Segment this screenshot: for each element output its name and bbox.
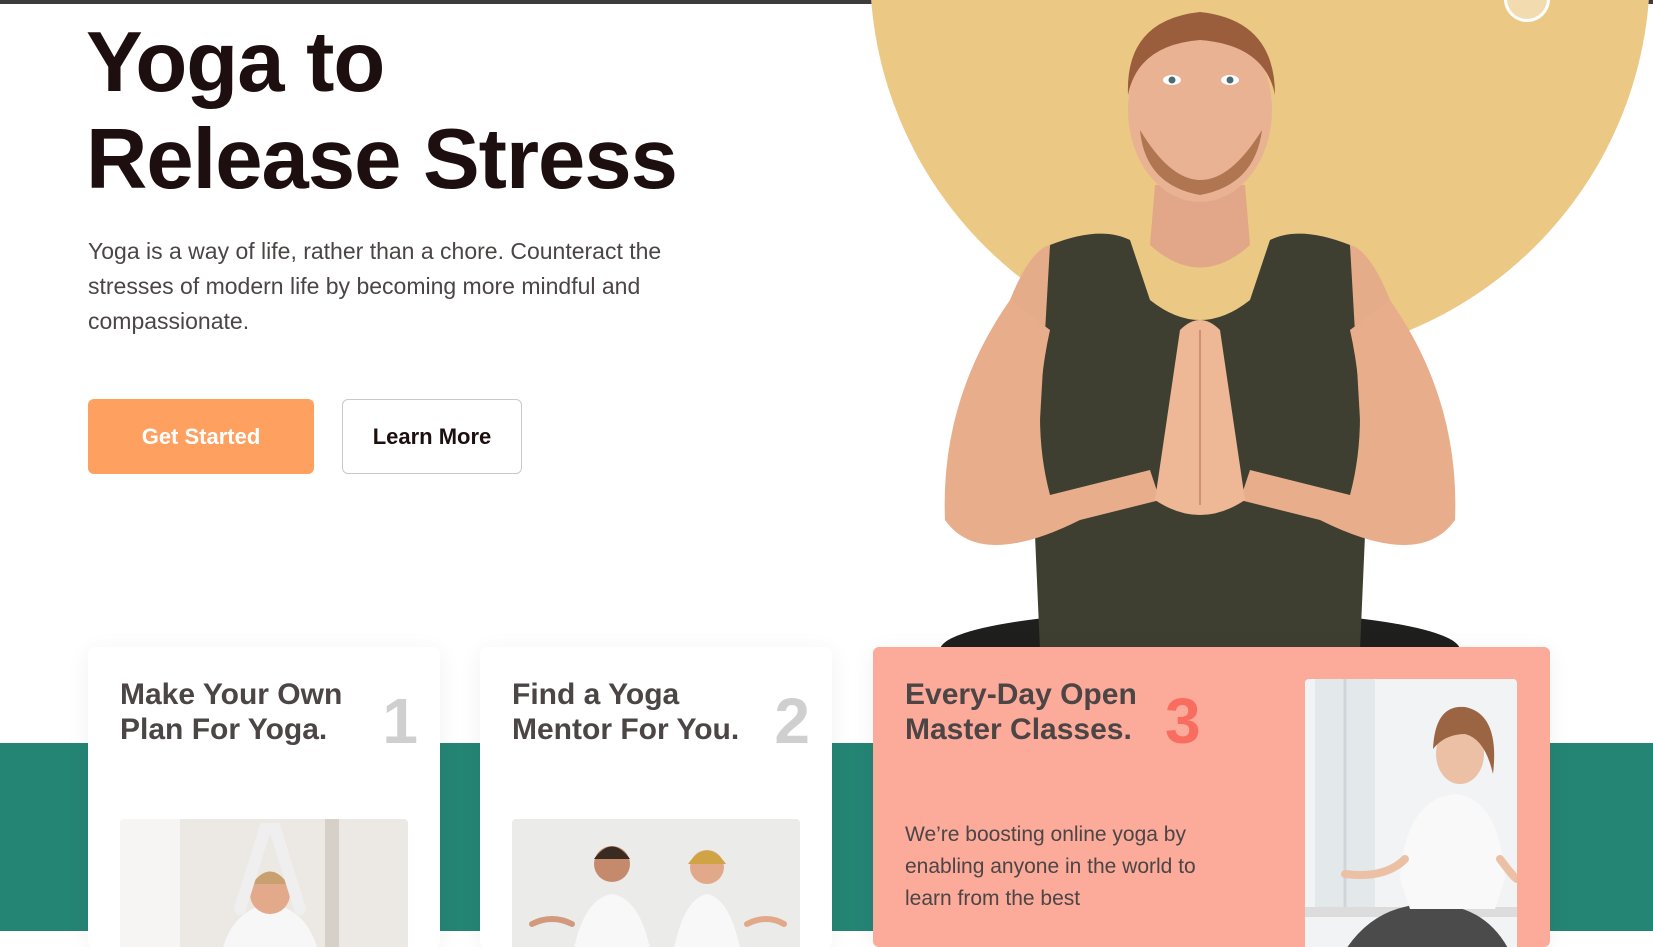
learn-more-button[interactable]: Learn More (342, 399, 522, 474)
meditating-woman-photo (1305, 679, 1517, 947)
hero-title-line-2: Release Stress (86, 112, 678, 207)
get-started-button[interactable]: Get Started (88, 399, 314, 474)
card-number: 3 (1165, 685, 1201, 757)
card-title: Every-Day Open Master Classes. (905, 678, 1137, 746)
meditating-couple-thumbnail (512, 819, 800, 947)
card-title: Make Your Own Plan For Yoga. (120, 678, 343, 746)
meditating-man-image (940, 12, 1460, 650)
yoga-pose-thumbnail (120, 819, 408, 947)
card-number: 1 (382, 685, 418, 757)
feature-card-plan[interactable]: Make Your Own Plan For Yoga. 1 (88, 647, 440, 947)
hero-title: Yoga to Release Stress (86, 14, 678, 208)
hero-description: Yoga is a way of life, rather than a cho… (88, 238, 662, 334)
feature-card-masterclasses[interactable]: Every-Day Open Master Classes. 3 We’re b… (873, 647, 1550, 947)
card-description: We’re boosting online yoga by enabling a… (905, 823, 1196, 910)
card-title: Find a Yoga Mentor For You. (512, 678, 740, 746)
feature-card-mentor[interactable]: Find a Yoga Mentor For You. 2 (480, 647, 832, 947)
hero-title-line-1: Yoga to (86, 15, 385, 110)
card-number: 2 (774, 685, 810, 757)
